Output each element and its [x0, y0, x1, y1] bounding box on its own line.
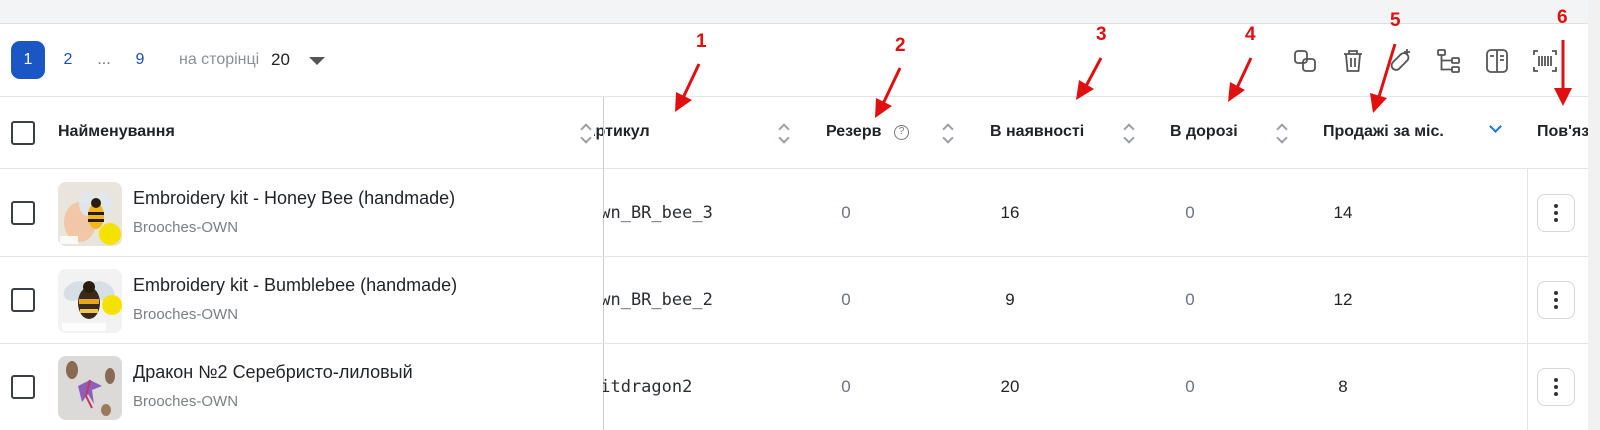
- sku-cell: own_BR_bee_2: [603, 257, 753, 344]
- in-stock-value: 9: [1005, 290, 1015, 309]
- column-header-in-stock[interactable]: В наявності: [990, 123, 1084, 141]
- barcode-icon[interactable]: [1530, 46, 1560, 76]
- toolbar: 1 2 ... 9 на сторінці 20: [0, 24, 1588, 97]
- column-header-name[interactable]: Найменування: [58, 123, 175, 141]
- row-menu-button[interactable]: [1537, 368, 1575, 406]
- sku-cell: kitdragon2: [603, 344, 753, 430]
- product-sku: own_BR_bee_2: [603, 290, 713, 310]
- row-checkbox[interactable]: [11, 375, 35, 399]
- product-name[interactable]: Embroidery kit - Bumblebee (handmade): [133, 275, 457, 296]
- product-thumbnail-bumblebee[interactable]: [58, 269, 122, 333]
- annotation-label-4: 4: [1245, 24, 1256, 45]
- product-name[interactable]: Embroidery kit - Honey Bee (handmade): [133, 188, 455, 209]
- in-stock-value: 16: [1000, 203, 1020, 222]
- column-header-linked[interactable]: Пов'яз: [1537, 123, 1588, 141]
- table-row[interactable]: Embroidery kit - Bumblebee (handmade) Br…: [0, 257, 1588, 344]
- per-page-label: на сторінці: [179, 51, 260, 68]
- sort-icon[interactable]: [778, 121, 790, 145]
- select-all-checkbox[interactable]: [11, 121, 35, 145]
- vertical-scrollbar[interactable]: [1588, 0, 1600, 430]
- table-row[interactable]: Дракон №2 Серебристо-лиловый Brooches-OW…: [0, 344, 1588, 430]
- table-header: Найменування Артикул Резерв ? В наявност…: [0, 97, 1588, 169]
- in-stock-value: 20: [1000, 377, 1020, 396]
- in-transit-value: 0: [1185, 203, 1195, 222]
- help-icon[interactable]: ?: [894, 125, 909, 140]
- reserve-value: 0: [841, 290, 851, 309]
- product-thumbnail-dragon[interactable]: [58, 356, 122, 420]
- sku-cell: own_BR_bee_3: [603, 170, 753, 257]
- chevron-down-icon[interactable]: [309, 57, 325, 65]
- reserve-value: 0: [841, 377, 851, 396]
- product-sku: own_BR_bee_3: [603, 203, 713, 223]
- row-menu-button[interactable]: [1537, 194, 1575, 232]
- trash-icon[interactable]: [1338, 46, 1368, 76]
- product-brand: Brooches-OWN: [133, 393, 239, 410]
- top-strip: [0, 0, 1588, 24]
- columns-icon[interactable]: [1482, 46, 1512, 76]
- row-menu-button[interactable]: [1537, 281, 1575, 319]
- annotation-label-1: 1: [696, 31, 707, 52]
- sort-icon[interactable]: [942, 121, 954, 145]
- product-brand: Brooches-OWN: [133, 306, 239, 323]
- reserve-value: 0: [841, 203, 851, 222]
- product-sku: kitdragon2: [603, 377, 693, 397]
- more-vertical-icon: [1554, 203, 1558, 224]
- more-vertical-icon: [1554, 377, 1558, 398]
- sort-icon[interactable]: [1276, 121, 1288, 145]
- column-header-sku[interactable]: Артикул: [594, 123, 774, 141]
- per-page-select[interactable]: 20: [271, 50, 290, 70]
- sales-month-value: 12: [1333, 290, 1353, 309]
- annotation-label-5: 5: [1390, 10, 1401, 31]
- copy-icon[interactable]: [1290, 46, 1320, 76]
- product-thumbnail-honey-bee[interactable]: [58, 182, 122, 246]
- page-button-2[interactable]: 2: [56, 41, 80, 79]
- annotation-label-3: 3: [1096, 24, 1107, 45]
- sort-icon[interactable]: [1123, 121, 1135, 145]
- annotation-label-6: 6: [1557, 7, 1568, 28]
- row-checkbox[interactable]: [11, 288, 35, 312]
- bandage-add-icon[interactable]: [1386, 46, 1416, 76]
- product-name[interactable]: Дракон №2 Серебристо-лиловый: [133, 362, 413, 383]
- page-button-9[interactable]: 9: [128, 41, 152, 79]
- column-header-in-transit[interactable]: В дорозі: [1170, 123, 1238, 141]
- sales-month-value: 8: [1338, 377, 1348, 396]
- sales-month-value: 14: [1333, 203, 1353, 222]
- sort-desc-icon[interactable]: [1489, 122, 1503, 136]
- product-brand: Brooches-OWN: [133, 219, 239, 236]
- tree-icon[interactable]: [1434, 46, 1464, 76]
- table-row[interactable]: Embroidery kit - Honey Bee (handmade) Br…: [0, 170, 1588, 257]
- page-button-1[interactable]: 1: [11, 41, 45, 79]
- annotation-label-2: 2: [895, 35, 906, 56]
- column-header-reserve[interactable]: Резерв: [826, 123, 881, 141]
- row-checkbox[interactable]: [11, 201, 35, 225]
- in-transit-value: 0: [1185, 377, 1195, 396]
- column-header-sales-month[interactable]: Продажі за міс.: [1323, 123, 1444, 141]
- sort-icon[interactable]: [580, 121, 592, 145]
- page-ellipsis: ...: [97, 51, 111, 68]
- in-transit-value: 0: [1185, 290, 1195, 309]
- more-vertical-icon: [1554, 290, 1558, 311]
